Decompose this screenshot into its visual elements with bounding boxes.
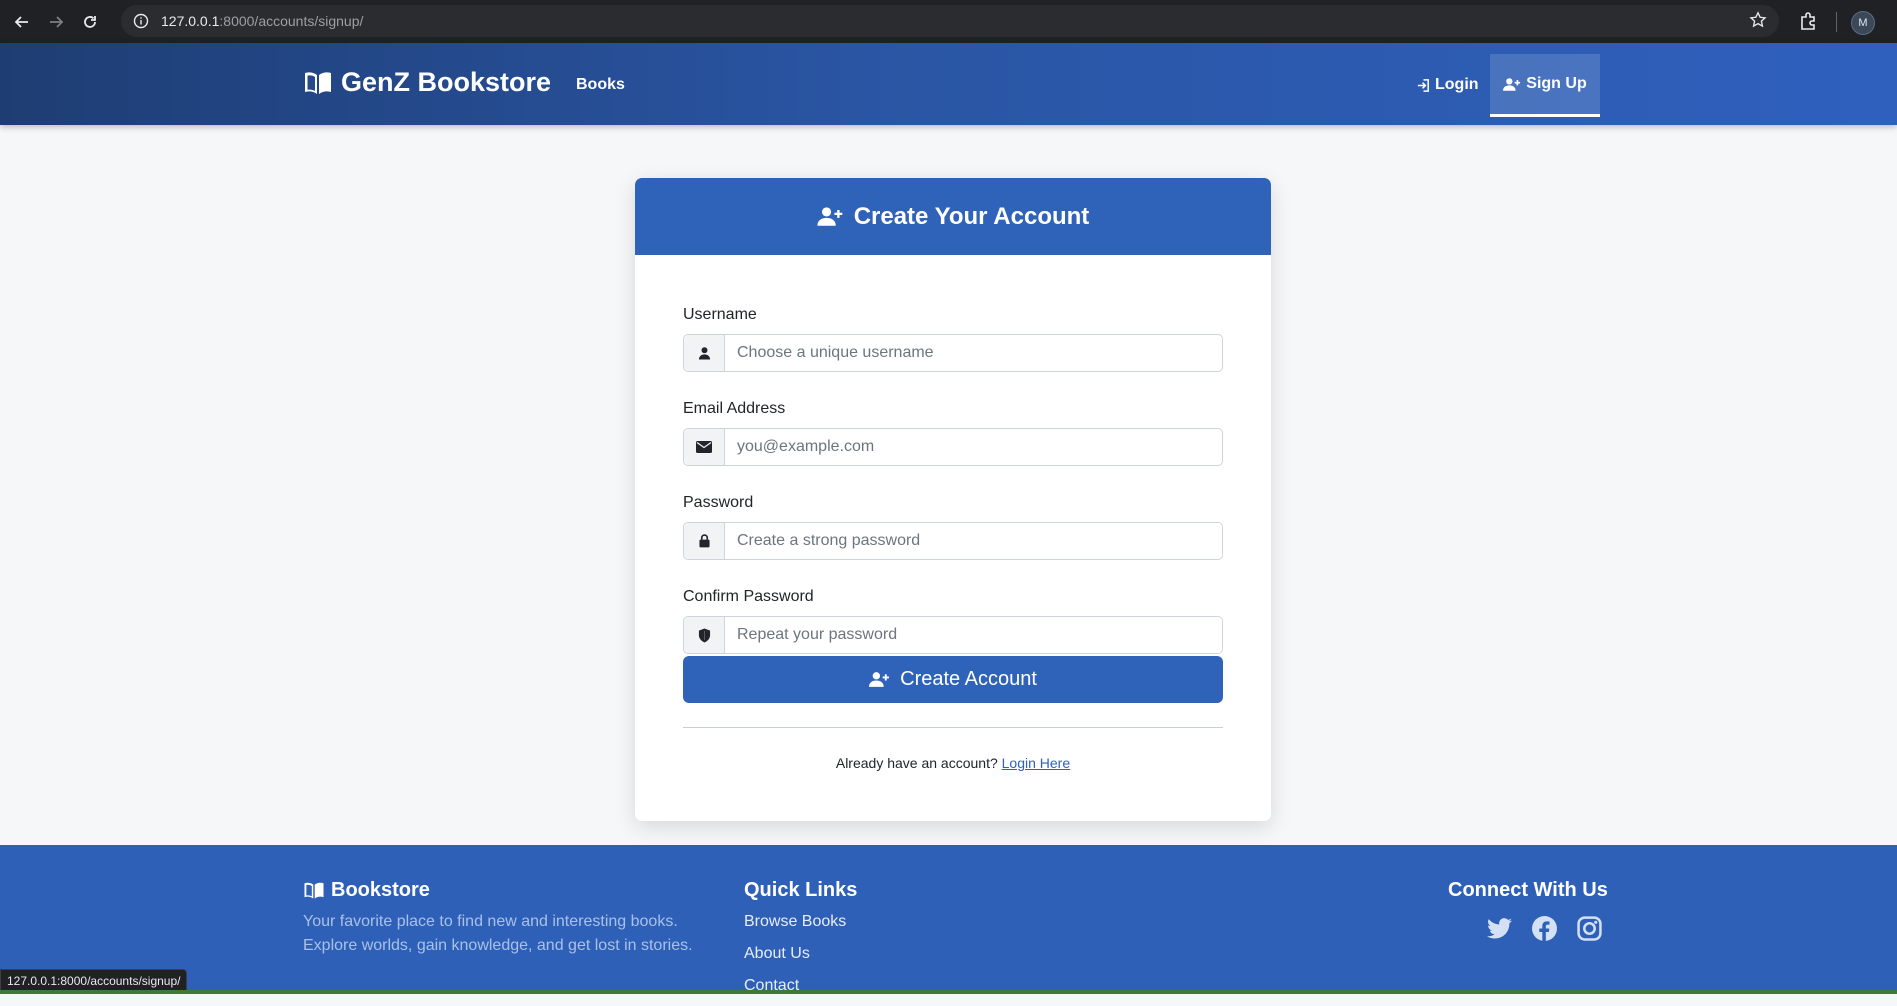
open-book-icon bbox=[304, 882, 324, 899]
shield-icon bbox=[684, 617, 725, 653]
email-label: Email Address bbox=[683, 400, 786, 417]
login-icon bbox=[1417, 78, 1429, 92]
extensions-icon[interactable] bbox=[1798, 10, 1820, 37]
password-input-group bbox=[683, 522, 1223, 560]
url-text: 127.0.0.1:8000/accounts/signup/ bbox=[161, 13, 363, 29]
username-input[interactable] bbox=[725, 335, 1222, 371]
password-input[interactable] bbox=[725, 523, 1222, 559]
footer-brand: Bookstore bbox=[303, 879, 430, 902]
bookmark-star-icon[interactable] bbox=[1749, 11, 1767, 34]
confirm-password-input-group bbox=[683, 616, 1223, 654]
create-account-label: Create Account bbox=[900, 668, 1037, 690]
brand-link[interactable]: GenZ Bookstore bbox=[303, 67, 551, 98]
email-input[interactable] bbox=[725, 429, 1222, 465]
site-navbar: GenZ Bookstore Books Login Sign Up bbox=[0, 43, 1897, 125]
lock-icon bbox=[684, 523, 725, 559]
facebook-icon[interactable] bbox=[1531, 915, 1557, 941]
user-plus-icon bbox=[817, 207, 842, 226]
form-divider bbox=[683, 727, 1223, 728]
back-icon[interactable] bbox=[10, 10, 34, 34]
username-input-group bbox=[683, 334, 1223, 372]
social-links bbox=[1486, 915, 1602, 941]
password-label: Password bbox=[683, 494, 754, 511]
instagram-icon[interactable] bbox=[1576, 915, 1602, 941]
signup-card: Create Your Account Username Email Addre… bbox=[635, 178, 1271, 821]
browser-toolbar: 127.0.0.1:8000/accounts/signup/ M bbox=[0, 0, 1897, 43]
twitter-icon[interactable] bbox=[1486, 915, 1512, 941]
site-footer: Bookstore Your favorite place to find ne… bbox=[0, 845, 1897, 994]
address-bar[interactable]: 127.0.0.1:8000/accounts/signup/ bbox=[121, 5, 1779, 37]
reload-icon[interactable] bbox=[78, 10, 102, 34]
confirm-password-label: Confirm Password bbox=[683, 588, 814, 605]
create-account-button[interactable]: Create Account bbox=[683, 656, 1223, 703]
open-book-icon bbox=[305, 71, 331, 94]
quick-link-about-us[interactable]: About Us bbox=[744, 942, 846, 974]
email-input-group bbox=[683, 428, 1223, 466]
toolbar-divider bbox=[1836, 12, 1837, 32]
connect-title: Connect With Us bbox=[1448, 879, 1608, 901]
envelope-icon bbox=[684, 429, 725, 465]
footer-tagline: Your favorite place to find new and inte… bbox=[303, 913, 693, 954]
signup-label: Sign Up bbox=[1526, 75, 1587, 92]
url-path: :8000/accounts/signup/ bbox=[219, 13, 364, 29]
user-plus-icon bbox=[869, 672, 890, 687]
user-plus-icon bbox=[1503, 77, 1521, 91]
quick-link-browse-books[interactable]: Browse Books bbox=[744, 910, 846, 942]
url-host: 127.0.0.1 bbox=[161, 13, 220, 29]
login-here-link[interactable]: Login Here bbox=[1002, 755, 1071, 771]
username-label: Username bbox=[683, 306, 757, 323]
footer-brand-name: Bookstore bbox=[331, 879, 430, 901]
confirm-password-input[interactable] bbox=[725, 617, 1222, 653]
page-title: Create Your Account bbox=[853, 202, 1090, 230]
card-header: Create Your Account bbox=[635, 178, 1271, 255]
login-label: Login bbox=[1435, 76, 1479, 93]
nav-link-signup[interactable]: Sign Up bbox=[1490, 54, 1600, 117]
quick-links-title: Quick Links bbox=[744, 879, 858, 901]
window-bottom-edge bbox=[0, 990, 1897, 994]
user-icon bbox=[684, 335, 725, 371]
profile-avatar[interactable]: M bbox=[1851, 11, 1875, 35]
nav-link-login[interactable]: Login bbox=[1416, 76, 1479, 94]
link-status-bubble: 127.0.0.1:8000/accounts/signup/ bbox=[0, 969, 188, 991]
forward-icon[interactable] bbox=[44, 10, 68, 34]
signup-form: Username Email Address Password Confirm … bbox=[683, 305, 1223, 681]
already-text: Already have an account? bbox=[835, 755, 998, 771]
site-info-icon[interactable] bbox=[131, 11, 151, 31]
login-prompt: Already have an account? Login Here bbox=[635, 755, 1271, 771]
nav-link-books[interactable]: Books bbox=[576, 76, 625, 94]
brand-name: GenZ Bookstore bbox=[341, 67, 552, 97]
